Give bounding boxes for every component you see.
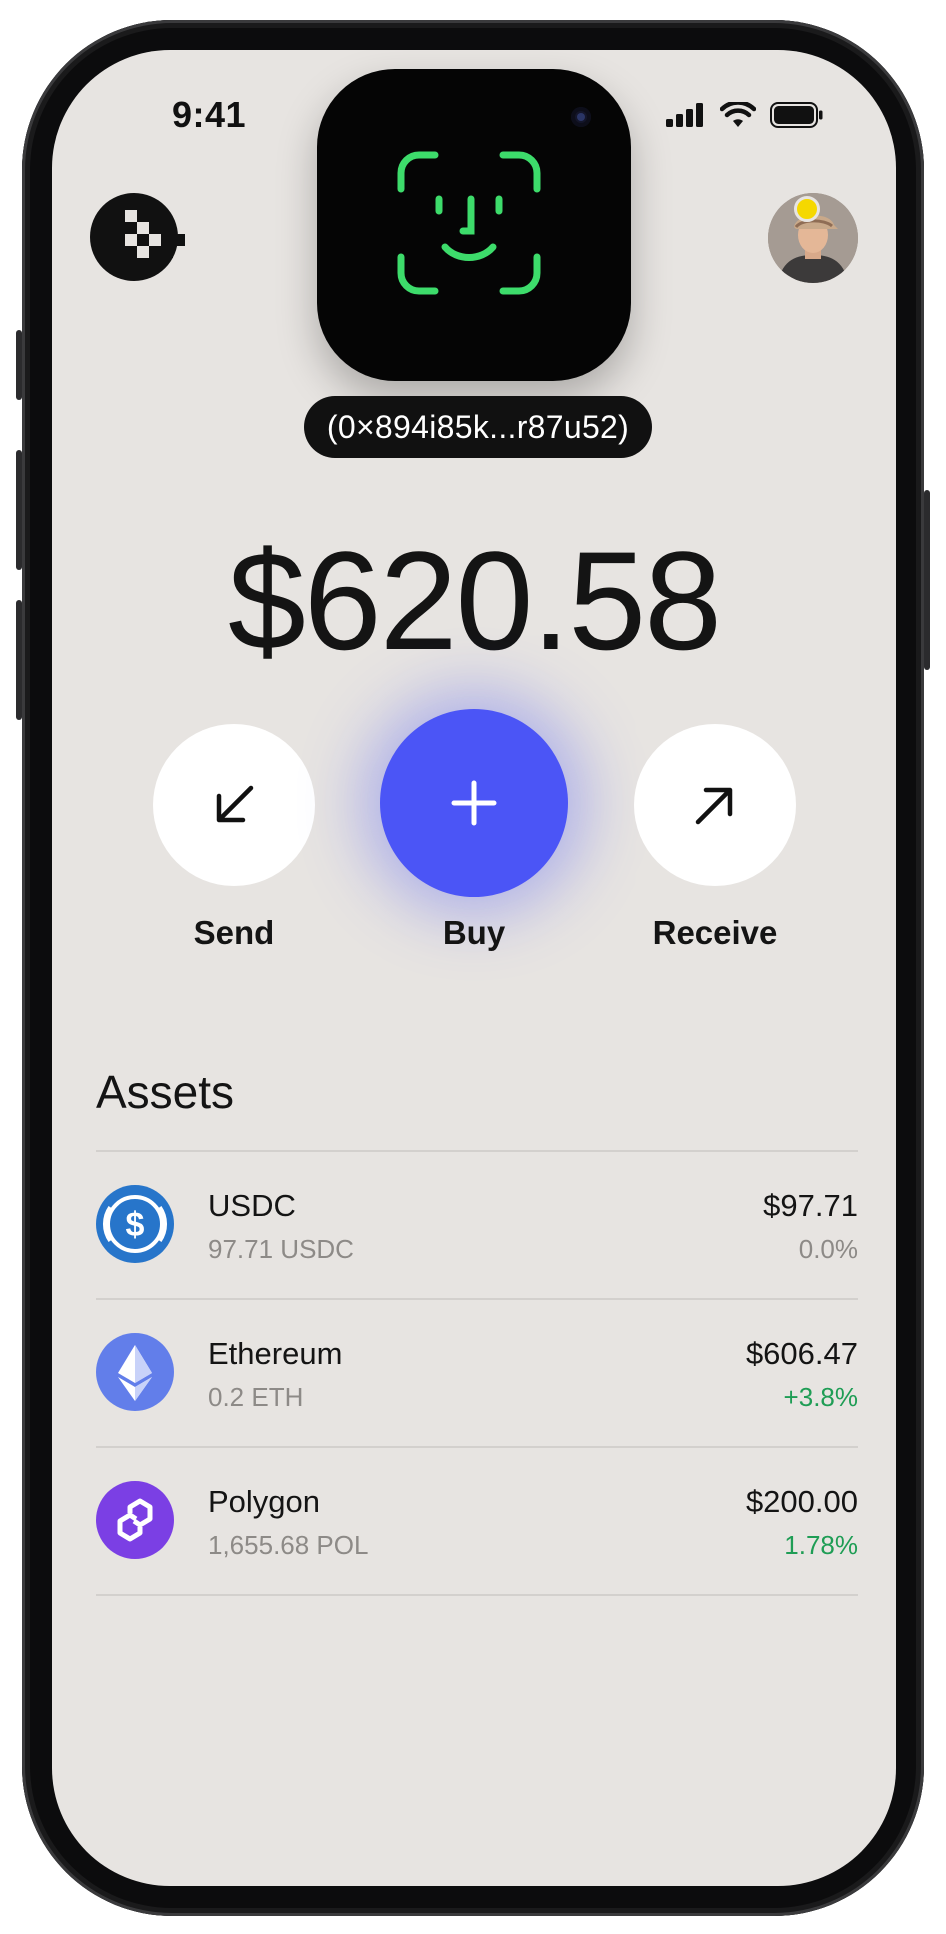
asset-amount: 97.71 USDC xyxy=(208,1234,354,1264)
face-id-prompt xyxy=(317,69,631,381)
silent-switch xyxy=(16,330,22,400)
buy-button[interactable]: Buy xyxy=(380,709,568,952)
receive-label: Receive xyxy=(652,914,778,951)
status-time: 9:41 xyxy=(172,94,247,135)
notification-dot xyxy=(794,196,820,222)
receive-circle[interactable] xyxy=(634,724,796,886)
asset-name: Ethereum xyxy=(208,1336,343,1371)
asset-name: USDC xyxy=(208,1188,296,1223)
usdc-icon: $ xyxy=(96,1185,174,1263)
buy-label: Buy xyxy=(442,914,506,951)
asset-row-usdc[interactable]: $ USDC 97.71 USDC $97.71 0.0% xyxy=(96,1150,858,1298)
face-id-icon xyxy=(397,151,541,295)
screen: 9:41 (0×894i85k...r87u52) $620.58 Send B… xyxy=(52,50,896,1886)
asset-value: $200.00 xyxy=(745,1484,858,1519)
arrow-up-right-icon xyxy=(695,787,733,825)
polygon-icon xyxy=(96,1481,174,1559)
send-button[interactable]: Send xyxy=(153,724,315,952)
asset-value: $97.71 xyxy=(763,1188,858,1223)
battery-icon xyxy=(770,102,823,128)
assets-heading: Assets xyxy=(96,1066,235,1118)
balance-amount: $620.58 xyxy=(227,522,722,679)
volume-down-button xyxy=(16,600,22,720)
asset-name: Polygon xyxy=(208,1484,321,1519)
arrow-down-left-icon xyxy=(216,785,254,823)
receive-button[interactable]: Receive xyxy=(634,724,796,952)
asset-row-ethereum[interactable]: Ethereum 0.2 ETH $606.47 +3.8% xyxy=(96,1298,858,1446)
asset-list: $ USDC 97.71 USDC $97.71 0.0% Ethereum 0… xyxy=(96,1150,858,1596)
buy-circle[interactable] xyxy=(380,709,568,897)
asset-change: 0.0% xyxy=(798,1234,858,1264)
front-camera xyxy=(571,107,591,127)
asset-change: +3.8% xyxy=(783,1382,858,1412)
asset-change: 1.78% xyxy=(784,1530,858,1560)
asset-amount: 0.2 ETH xyxy=(208,1382,304,1412)
volume-up-button xyxy=(16,450,22,570)
asset-value: $606.47 xyxy=(745,1336,858,1371)
wallet-address[interactable]: (0×894i85k...r87u52) xyxy=(304,396,652,458)
ethereum-icon xyxy=(96,1333,174,1411)
cellular-signal-icon xyxy=(666,103,703,127)
status-icons xyxy=(666,102,824,128)
plus-icon xyxy=(451,780,497,826)
power-button xyxy=(924,490,930,670)
send-label: Send xyxy=(193,914,275,951)
asset-amount: 1,655.68 POL xyxy=(208,1530,369,1560)
asset-row-polygon[interactable]: Polygon 1,655.68 POL $200.00 1.78% xyxy=(96,1446,858,1596)
wifi-icon xyxy=(720,102,756,127)
send-circle[interactable] xyxy=(153,724,315,886)
svg-text:$: $ xyxy=(126,1206,145,1244)
app-logo xyxy=(89,192,189,282)
